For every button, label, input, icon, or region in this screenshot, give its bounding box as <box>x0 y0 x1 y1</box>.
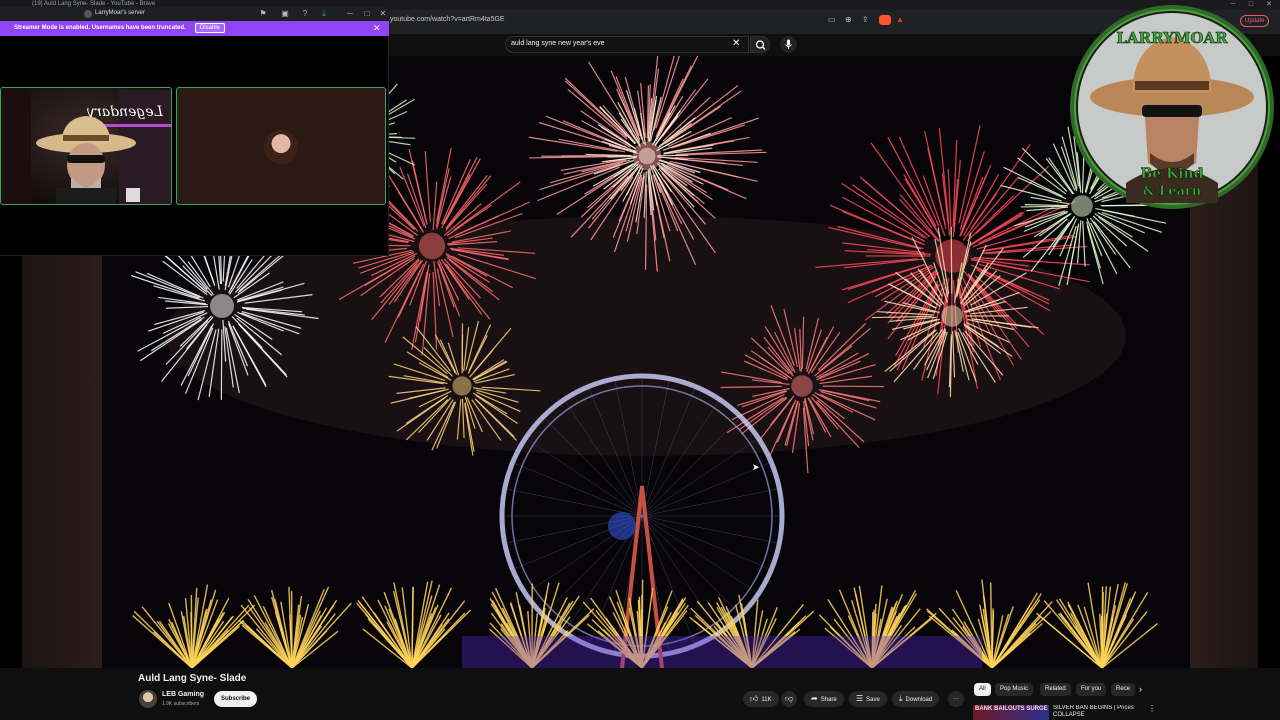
chevron-right-icon[interactable]: › <box>1139 683 1142 696</box>
participant-tile[interactable] <box>176 87 386 205</box>
discord-server-name: LarryMoar's server <box>95 10 145 16</box>
share-button[interactable]: ➦ Share <box>804 691 844 707</box>
address-bar[interactable]: youtube.com/watch?v=artRm4ta5GE <box>390 16 505 23</box>
flag-icon[interactable]: ⚑ <box>257 8 269 20</box>
larrymoar-logo: LARRYMOAR Be Kind & Learn <box>1068 3 1277 211</box>
zoom-icon[interactable]: ⊕ <box>845 15 852 25</box>
save-label: Save <box>866 697 880 703</box>
mic-button[interactable] <box>780 36 797 53</box>
thumbs-down-icon: 👎︎ <box>785 694 794 703</box>
search-query[interactable]: auld lang syne new year's eve <box>511 40 605 47</box>
mouse-cursor-icon: ➤ <box>752 462 760 472</box>
download-icon: ⤓ <box>899 694 903 703</box>
download-button[interactable]: ⤓ Download <box>892 691 940 707</box>
chip-recent[interactable]: Rece <box>1111 683 1136 696</box>
download-label: Download <box>905 697 933 703</box>
more-vert-icon[interactable]: ⋮ <box>1148 704 1156 713</box>
brave-shields-icon[interactable] <box>879 15 891 25</box>
minimize-icon[interactable]: ─ <box>344 8 356 20</box>
download-icon[interactable]: ⤓ <box>318 8 330 20</box>
thumbnail-text: BANK BAILOUTS SURGE <box>975 706 1048 712</box>
webcam-tile[interactable]: Legendary <box>0 87 172 205</box>
thumbs-up-icon: 👍︎ <box>750 694 759 703</box>
logo-top-text: LARRYMOAR <box>1116 29 1228 47</box>
cast-icon[interactable]: ▭ <box>828 15 836 25</box>
server-icon <box>84 10 92 18</box>
streamer-mode-text: Streamer Mode is enabled. Usernames have… <box>14 25 186 31</box>
search-icon <box>755 40 766 50</box>
share-label: Share <box>820 697 837 703</box>
disable-button[interactable]: Disable <box>195 23 226 33</box>
more-actions-button[interactable]: ··· <box>948 691 964 707</box>
inbox-icon[interactable]: ▣ <box>279 8 291 20</box>
video-title: Auld Lang Syne- Slade <box>138 673 247 684</box>
chip-related[interactable]: Related <box>1040 683 1071 696</box>
like-count: 11K <box>761 697 772 703</box>
search-button[interactable] <box>750 36 770 53</box>
webcam-feed-image: Legendary <box>1 88 171 204</box>
channel-name[interactable]: LEB Gaming <box>162 691 204 698</box>
dislike-button[interactable]: 👎︎ <box>781 691 798 707</box>
avatar <box>264 130 298 164</box>
brave-rewards-icon[interactable]: ▲ <box>896 15 904 25</box>
close-icon[interactable]: ✕ <box>377 8 389 20</box>
save-button[interactable]: ☰ Save <box>849 691 887 707</box>
chip-for-you[interactable]: For you <box>1076 683 1107 696</box>
subscriber-count: 1.9K subscribers <box>162 701 200 707</box>
share-page-icon[interactable]: ⇪ <box>862 15 869 25</box>
save-icon: ☰ <box>856 694 864 703</box>
discord-overlay-window: LarryMoar's server ⚑ ▣ ? ⤓ ─ □ ✕ Streame… <box>0 7 389 256</box>
mic-icon <box>785 39 792 49</box>
maximize-icon[interactable]: □ <box>361 8 373 20</box>
share-icon: ➦ <box>811 694 818 703</box>
discord-titlebar <box>0 7 389 21</box>
help-icon[interactable]: ? <box>299 8 311 20</box>
subscribe-button[interactable]: Subscribe <box>214 691 258 707</box>
recommended-title[interactable]: SILVER BAN BEGINS | Prices COLLAPSE <box>1053 705 1143 720</box>
chip-all[interactable]: All <box>974 683 991 696</box>
channel-avatar[interactable] <box>139 690 157 708</box>
like-button[interactable]: 👍︎ 11K <box>743 691 779 707</box>
logo-bottom-text-1: Be Kind <box>1140 166 1203 182</box>
chip-pop-music[interactable]: Pop Music <box>995 683 1034 696</box>
neon-sign-text: Legendary <box>86 104 164 120</box>
logo-bottom-text-2: & Learn <box>1143 184 1202 199</box>
close-icon[interactable]: ✕ <box>373 22 381 34</box>
close-icon[interactable]: ✕ <box>732 38 740 50</box>
